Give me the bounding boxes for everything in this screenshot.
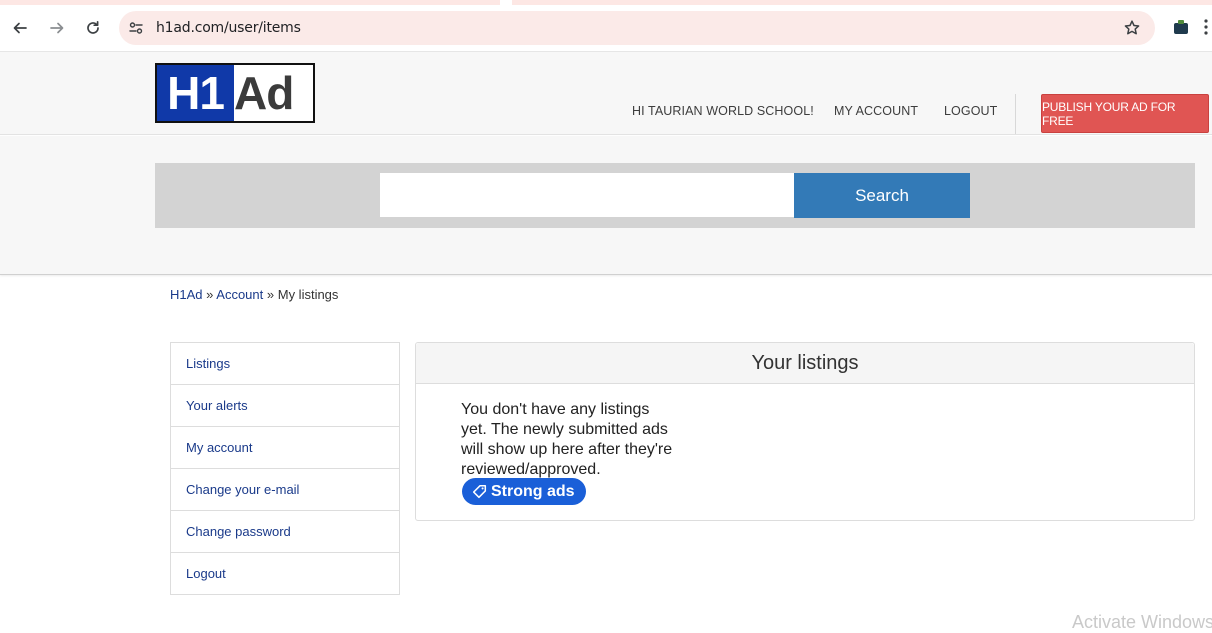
activate-windows-watermark: Activate Windows [1072,612,1212,632]
menu-kebab-icon[interactable] [1203,18,1209,36]
search-button[interactable]: Search [794,173,970,218]
sidebar-item-change-password[interactable]: Change password [171,511,399,553]
listings-panel: Your listings You don't have any listing… [415,342,1195,521]
bookmark-star-icon[interactable] [1123,19,1141,37]
search-input[interactable] [380,173,794,217]
sidebar-item-listings[interactable]: Listings [171,343,399,385]
forward-arrow-icon[interactable] [45,16,69,40]
logo-part-1: H1 [157,65,234,121]
my-account-link[interactable]: MY ACCOUNT [834,104,918,118]
site-logo[interactable]: H1 Ad [155,63,315,123]
publish-ad-button[interactable]: PUBLISH YOUR AD FOR FREE [1041,94,1209,133]
empty-listings-message: You don't have any listings yet. The new… [461,401,673,478]
back-arrow-icon[interactable] [8,16,32,40]
search-container: Search [155,163,1195,228]
extension-icon[interactable] [1173,19,1189,35]
browser-toolbar: h1ad.com/user/items [0,0,1212,52]
sidebar-item-change-email[interactable]: Change your e-mail [171,469,399,511]
reload-icon[interactable] [81,16,105,40]
strong-ads-button[interactable]: Strong ads [462,478,586,505]
tab-strip-edge [0,0,1212,5]
logout-link[interactable]: LOGOUT [944,104,997,118]
search-section: Search [0,136,1212,275]
breadcrumb-separator: » [263,287,278,302]
strong-ads-label: Strong ads [491,482,575,500]
panel-title: Your listings [416,343,1194,384]
site-header: H1 Ad HI TAURIAN WORLD SCHOOL! MY ACCOUN… [0,52,1212,135]
account-sidebar: Listings Your alerts My account Change y… [170,342,400,595]
user-greeting-link[interactable]: HI TAURIAN WORLD SCHOOL! [632,104,814,118]
sidebar-item-my-account[interactable]: My account [171,427,399,469]
nav-divider [1015,94,1016,134]
breadcrumb-home-link[interactable]: H1Ad [170,287,203,302]
breadcrumb: H1Ad » Account » My listings [170,287,338,302]
tag-icon [472,484,487,499]
breadcrumb-separator: » [202,287,217,302]
sidebar-item-logout[interactable]: Logout [171,553,399,594]
url-text[interactable]: h1ad.com/user/items [156,20,301,36]
site-settings-icon[interactable] [128,20,144,36]
breadcrumb-account-link[interactable]: Account [216,287,263,302]
logo-part-2: Ad [234,65,313,121]
sidebar-item-alerts[interactable]: Your alerts [171,385,399,427]
breadcrumb-current: My listings [277,287,339,302]
address-bar[interactable]: h1ad.com/user/items [119,11,1155,45]
